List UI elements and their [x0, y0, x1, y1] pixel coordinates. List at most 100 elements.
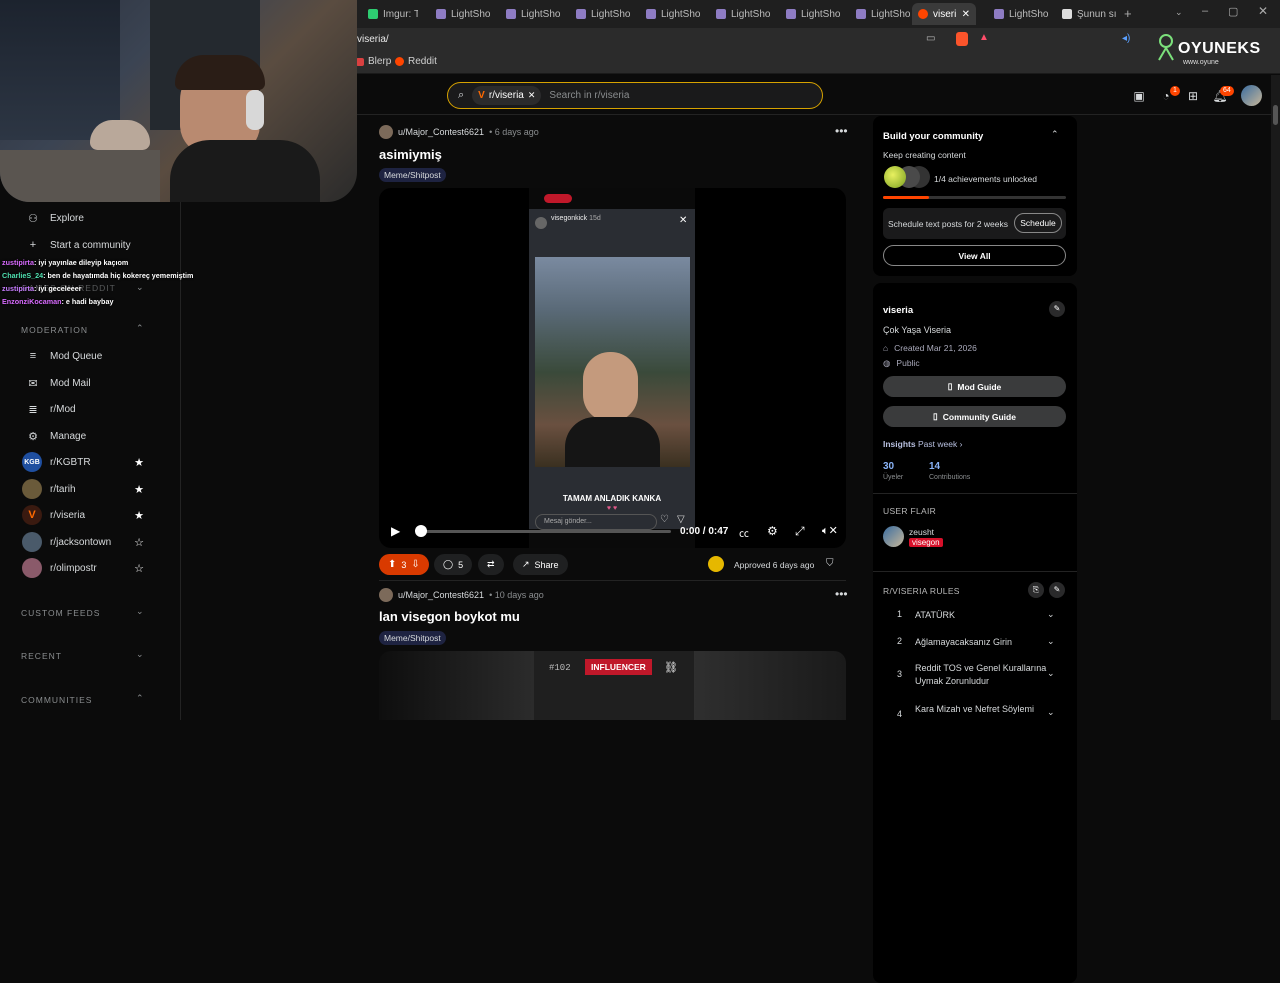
- browser-tab[interactable]: LightShot: [988, 3, 1048, 25]
- browser-tab[interactable]: LightShot: [570, 3, 630, 25]
- star-outline-icon[interactable]: ☆: [134, 536, 144, 549]
- nav-mod-queue[interactable]: ≡ Mod Queue: [26, 350, 102, 362]
- rule-item[interactable]: 1 ATATÜRK ⌄: [883, 609, 1063, 622]
- fullscreen-icon[interactable]: ⤢: [795, 524, 805, 539]
- bookmark-blerp[interactable]: Blerp: [356, 56, 391, 67]
- rule-item[interactable]: 2 Ağlamayacaksanız Girin ⌄: [883, 636, 1063, 649]
- browser-tab[interactable]: LightShot: [640, 3, 700, 25]
- sidebar-community-jacksontown[interactable]: r/jacksontown ☆: [22, 532, 144, 552]
- view-all-button[interactable]: View All: [883, 245, 1066, 266]
- progress-handle[interactable]: [415, 525, 427, 537]
- insights-period[interactable]: Past week ›: [918, 439, 962, 449]
- mod-guide-button[interactable]: ▯ Mod Guide: [883, 376, 1066, 397]
- section-communities[interactable]: COMMUNITIES: [21, 695, 92, 705]
- nav-start-community[interactable]: + Start a community: [26, 239, 131, 251]
- browser-tab[interactable]: LightShot: [850, 3, 910, 25]
- favorite-star-icon[interactable]: ★: [134, 509, 144, 522]
- more-options-icon[interactable]: •••: [835, 124, 848, 138]
- brave-shield-icon[interactable]: [956, 32, 968, 46]
- search-community-chip[interactable]: V r/viseria ✕: [472, 86, 542, 105]
- search-bar[interactable]: ⌕ V r/viseria ✕ Search in r/viseria: [447, 82, 823, 109]
- heart-icon[interactable]: ♡: [660, 514, 669, 525]
- browser-tab[interactable]: Şunun sıç: [1056, 3, 1116, 25]
- chevron-up-icon[interactable]: ⌃: [136, 323, 144, 334]
- tab-search-icon[interactable]: ⌄: [1175, 7, 1183, 18]
- post-title[interactable]: asimiymiş: [379, 147, 442, 162]
- sidebar-community-tarih[interactable]: r/tarih ★: [22, 479, 144, 499]
- favorite-star-icon[interactable]: ★: [134, 483, 144, 496]
- sidebar-community-olimpostr[interactable]: r/olimpostr ☆: [22, 558, 144, 578]
- post-flair[interactable]: Meme/Shitpost: [379, 168, 446, 182]
- video-player[interactable]: visegonkick 15d ✕ TAMAM ANLADIK KANKA ♥ …: [379, 188, 846, 548]
- create-post-icon[interactable]: ⊞: [1185, 88, 1201, 104]
- browser-tab[interactable]: LightShot: [710, 3, 770, 25]
- post-author[interactable]: u/Major_Contest6621: [398, 127, 484, 137]
- section-recent[interactable]: RECENT: [21, 651, 62, 661]
- play-icon[interactable]: ▶: [391, 524, 400, 538]
- mod-shield-icon[interactable]: ⛉: [826, 558, 834, 569]
- captions-icon[interactable]: ㏄: [739, 525, 749, 540]
- author-avatar[interactable]: [379, 125, 393, 139]
- post-image[interactable]: #102 INFLUENCER ⛓: [379, 651, 846, 720]
- minimize-icon[interactable]: –: [1202, 5, 1208, 17]
- link-icon[interactable]: ⛓: [664, 661, 678, 674]
- comments-button[interactable]: ◯ 5: [434, 554, 473, 575]
- upvote-icon[interactable]: ⬆: [388, 559, 396, 570]
- settings-gear-icon[interactable]: ⚙: [767, 524, 778, 538]
- nav-r-mod[interactable]: ≣ r/Mod: [26, 403, 75, 416]
- schedule-button[interactable]: Schedule: [1014, 213, 1062, 233]
- page-scrollbar[interactable]: [1271, 75, 1280, 720]
- audio-icon[interactable]: ◂): [1122, 33, 1130, 44]
- copy-rules-icon[interactable]: ⎘: [1028, 582, 1044, 598]
- search-input[interactable]: Search in r/viseria: [549, 90, 629, 101]
- favorite-star-icon[interactable]: ★: [134, 456, 144, 469]
- chevron-down-icon[interactable]: ⌄: [136, 649, 144, 660]
- advertise-icon[interactable]: ▣: [1131, 88, 1147, 104]
- edit-rules-icon[interactable]: ✎: [1049, 582, 1065, 598]
- send-icon[interactable]: ▽: [677, 514, 685, 525]
- user-avatar[interactable]: [1241, 85, 1262, 106]
- author-avatar[interactable]: [379, 588, 393, 602]
- story-close-icon[interactable]: ✕: [679, 215, 687, 226]
- tab-close-icon[interactable]: ✕: [962, 9, 970, 20]
- maximize-icon[interactable]: ▢: [1228, 5, 1238, 18]
- post-author[interactable]: u/Major_Contest6621: [398, 590, 484, 600]
- chevron-up-icon[interactable]: ⌃: [136, 693, 144, 704]
- browser-tab[interactable]: LightShot: [500, 3, 560, 25]
- sidebar-community-kgbtr[interactable]: KGB r/KGBTR ★: [22, 452, 144, 472]
- brave-rewards-icon[interactable]: ▲: [979, 32, 989, 43]
- story-reply-input[interactable]: Mesaj gönder...: [535, 514, 657, 530]
- cast-icon[interactable]: ▭: [926, 33, 935, 44]
- downvote-icon[interactable]: ⇩: [411, 559, 419, 570]
- close-window-icon[interactable]: ✕: [1258, 4, 1268, 18]
- community-guide-button[interactable]: ▯ Community Guide: [883, 406, 1066, 427]
- user-flair-tag[interactable]: visegon: [909, 538, 943, 547]
- collapse-chevron-icon[interactable]: ⌃: [1051, 129, 1059, 140]
- sidebar-community-viseria[interactable]: V r/viseria ★: [22, 505, 144, 525]
- more-options-icon[interactable]: •••: [835, 587, 848, 601]
- new-tab-icon[interactable]: +: [1124, 6, 1132, 21]
- browser-tab[interactable]: viseri ✕: [912, 3, 976, 25]
- section-moderation[interactable]: MODERATION: [21, 325, 88, 335]
- nav-manage[interactable]: ⚙ Manage: [26, 430, 86, 443]
- chevron-down-icon[interactable]: ⌄: [136, 282, 144, 293]
- scrollbar-thumb[interactable]: [1273, 105, 1278, 125]
- bookmark-reddit[interactable]: Reddit: [395, 56, 437, 67]
- post-flair[interactable]: Meme/Shitpost: [379, 631, 446, 645]
- post-title[interactable]: lan visegon boykot mu: [379, 609, 520, 624]
- browser-tab[interactable]: LightShot: [430, 3, 490, 25]
- nav-explore[interactable]: ⚇ Explore: [26, 212, 84, 225]
- star-outline-icon[interactable]: ☆: [134, 562, 144, 575]
- browser-tab[interactable]: Imgur: The: [362, 3, 418, 25]
- progress-track[interactable]: [417, 530, 671, 533]
- browser-tab[interactable]: LightShot: [780, 3, 840, 25]
- chip-close-icon[interactable]: ✕: [528, 90, 536, 101]
- mute-icon[interactable]: 🔈︎✕: [822, 524, 838, 538]
- edit-pencil-icon[interactable]: ✎: [1049, 301, 1065, 317]
- nav-mod-mail[interactable]: ✉ Mod Mail: [26, 377, 90, 390]
- rule-item[interactable]: 4 Kara Mizah ve Nefret Söylemi ⌄: [883, 703, 1063, 719]
- crosspost-button[interactable]: ⇄: [478, 554, 504, 575]
- chevron-down-icon[interactable]: ⌄: [136, 606, 144, 617]
- section-custom-feeds[interactable]: CUSTOM FEEDS: [21, 608, 100, 618]
- share-button[interactable]: ↗ Share: [513, 554, 568, 575]
